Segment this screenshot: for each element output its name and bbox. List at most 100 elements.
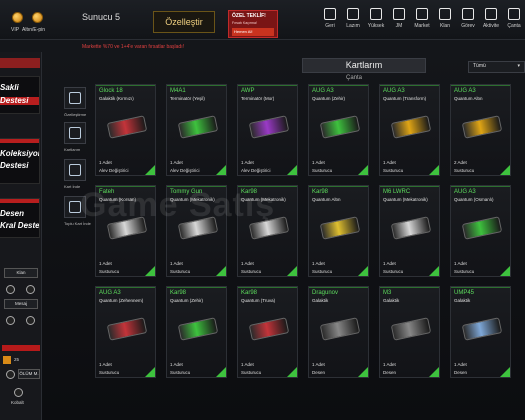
item-card[interactable]: AUG A3 Quantum (Osmanlı) 1 Adet Susturucu — [450, 185, 511, 277]
special-offer-panel[interactable]: ÖZEL TEKLİF! Fırsatı Kaçırma! Hemen Al! — [228, 10, 278, 38]
filter-value: Tümü — [473, 63, 486, 69]
card-quantity: 1 Adet — [454, 261, 467, 266]
card-skin-name: Quantum (Transform) — [383, 96, 427, 101]
profile-icon[interactable] — [6, 316, 15, 325]
nav-item-1[interactable]: Lazım — [341, 8, 365, 36]
cards-icon — [69, 127, 81, 139]
tool-label-2: Kartlarım — [64, 147, 81, 152]
item-card[interactable]: AUG A3 Quantum (Zehir) 1 Adet Susturucu — [308, 84, 369, 176]
card-edge — [167, 287, 226, 288]
klan-button[interactable]: Klan — [4, 268, 38, 278]
card-quantity: 1 Adet — [170, 362, 183, 367]
death-mode-button[interactable]: ÖLÜM M. — [18, 369, 40, 379]
deck-banner-2[interactable]: Koleksiyon Destesi — [0, 138, 40, 184]
offer-buy-button[interactable]: Hemen Al! — [232, 28, 274, 36]
card-quantity: 1 Adet — [383, 160, 396, 165]
card-type: Susturucu — [99, 370, 120, 375]
item-card[interactable]: M6 LWRC Quantum (Mekatronik) 1 Adet Susturu… — [379, 185, 440, 277]
card-edge — [96, 85, 155, 86]
weapon-attachment-image — [106, 115, 148, 139]
banner-2-line-1: Koleksiyon — [0, 149, 40, 158]
item-card[interactable]: Kar98 Quantum (Zehir) 1 Adet Susturucu — [166, 286, 227, 378]
weapon-attachment-image — [319, 115, 361, 139]
deck-banner-3[interactable]: Desen Kral Deste — [0, 198, 40, 238]
card-quantity: 1 Adet — [170, 261, 183, 266]
card-type: Susturucu — [383, 269, 404, 274]
upgrade-icon — [370, 8, 382, 20]
card-type: Susturucu — [312, 269, 333, 274]
left-panel: Sakli Destesi Koleksiyon Destesi Desen K… — [0, 52, 42, 420]
currency-label: Altın/E-pin — [22, 27, 46, 33]
item-card[interactable]: UMP45 Galaktik 1 Adet Desen — [450, 286, 511, 378]
cards-tool[interactable] — [64, 122, 86, 144]
card-rarity-corner — [358, 165, 368, 175]
item-card[interactable]: Kar98 Quantum Altın 1 Adet Susturucu — [308, 185, 369, 277]
item-card[interactable]: Glock 18 Galaktik (Kırmızı) 1 Adet Alev Değ… — [95, 84, 156, 176]
card-weapon-name: AUG A3 — [383, 88, 405, 94]
server-name: Sunucu 5 — [82, 12, 121, 22]
nav-item-0[interactable]: Geri — [318, 8, 342, 36]
card-quantity: 1 Adet — [99, 261, 112, 266]
banner-2-line-2: Destesi — [0, 161, 29, 170]
card-weapon-name: Kar98 — [312, 189, 329, 195]
card-edge — [451, 85, 510, 86]
customize-tool[interactable] — [64, 87, 86, 109]
item-card[interactable]: Kar98 Quantum (Truva) 1 Adet Susturucu — [237, 286, 298, 378]
card-weapon-name: M4A1 — [170, 88, 186, 94]
offer-subtitle: Fırsatı Kaçırma! — [232, 21, 257, 25]
card-rarity-corner — [145, 367, 155, 377]
nav-item-5[interactable]: Klan — [433, 8, 457, 36]
card-type: Susturucu — [454, 269, 475, 274]
card-skin-name: Galaktik — [454, 298, 471, 303]
left-tab[interactable] — [0, 58, 40, 68]
card-quantity: 1 Adet — [241, 362, 254, 367]
card-type: Susturucu — [454, 168, 475, 173]
settings-icon[interactable] — [26, 316, 35, 325]
item-card[interactable]: AUG A3 Quantum Altın 2 Adet Susturucu — [450, 84, 511, 176]
card-rarity-corner — [429, 266, 439, 276]
customize-button[interactable]: Özelleştir — [153, 11, 215, 33]
game-window: VIP Altın/E-pin Sunucu 5 Özelleştir ÖZEL… — [0, 0, 525, 420]
card-weapon-name: AUG A3 — [312, 88, 334, 94]
item-card[interactable]: AUG A3 Quantum (Transform) 1 Adet Susturucu — [379, 84, 440, 176]
block-icon[interactable] — [6, 285, 15, 294]
gold-coin-icon[interactable] — [32, 12, 43, 23]
item-card[interactable]: AUG A3 Quantum (Zehennem) 1 Adet Susturucu — [95, 286, 156, 378]
card-delete-icon — [69, 164, 81, 176]
card-delete-tool[interactable] — [64, 159, 86, 181]
item-card[interactable]: M4A1 Terminatör (Yeşil) 1 Adet Alev Değişti… — [166, 84, 227, 176]
nav-label: Yüksek — [367, 23, 385, 29]
nav-item-4[interactable]: Market — [410, 8, 434, 36]
tool-label-3: Kart İnde — [64, 184, 81, 189]
block-icon-2[interactable] — [26, 285, 35, 294]
card-skin-name: Terminatör (Mor) — [241, 96, 275, 101]
nav-item-8[interactable]: Çanta — [502, 8, 525, 36]
item-card[interactable]: M3 Galaktik 1 Adet Desen — [379, 286, 440, 378]
banner-3-strip — [0, 199, 39, 203]
nav-item-6[interactable]: Görev — [456, 8, 480, 36]
nav-item-7[interactable]: Aktivite — [479, 8, 503, 36]
weapon-attachment-image — [390, 115, 432, 139]
watermark: Game Satış — [80, 186, 276, 224]
item-card[interactable]: Dragunov Galaktik 1 Adet Desen — [308, 286, 369, 378]
vip-coin-icon[interactable] — [12, 12, 23, 23]
item-card[interactable]: AWP Terminatör (Mor) 1 Adet Alev Değiştiric… — [237, 84, 298, 176]
filter-dropdown[interactable]: Tümü ▾ — [468, 61, 525, 73]
card-skin-name: Galaktik — [312, 298, 329, 303]
chevron-down-icon: ▾ — [517, 63, 520, 69]
message-button[interactable]: Mesaj — [4, 299, 38, 309]
card-rarity-corner — [500, 367, 510, 377]
card-type: Susturucu — [383, 168, 404, 173]
card-weapon-name: Dragunov — [312, 290, 339, 296]
market-icon — [416, 8, 428, 20]
nav-item-2[interactable]: Yüksek — [364, 8, 388, 36]
nav-label: JM — [395, 23, 403, 29]
card-quantity: 2 Adet — [454, 160, 467, 165]
card-rarity-corner — [145, 165, 155, 175]
deck-banner-1[interactable]: Sakli Destesi — [0, 76, 40, 114]
card-skin-name: Terminatör (Yeşil) — [170, 96, 205, 101]
nav-item-3[interactable]: JM — [387, 8, 411, 36]
nav-label: Görev — [461, 23, 475, 29]
card-rarity-corner — [429, 367, 439, 377]
card-edge — [380, 287, 439, 288]
